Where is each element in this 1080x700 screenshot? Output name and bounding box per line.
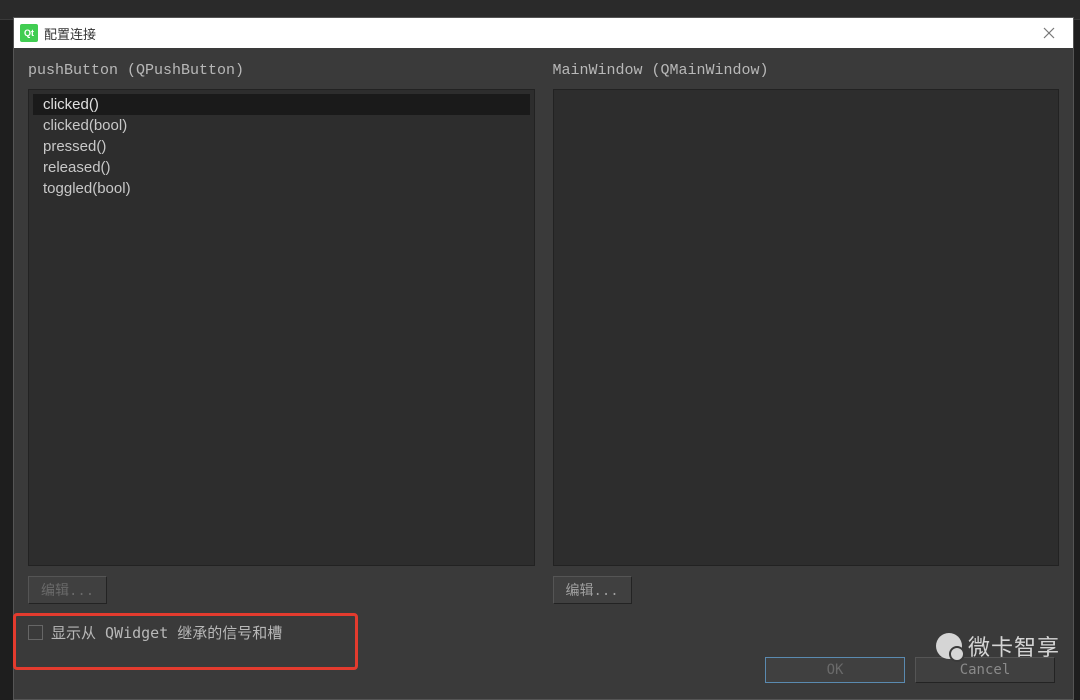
edit-signals-button[interactable]: 编辑... — [28, 576, 107, 604]
slots-panel: MainWindow (QMainWindow) 编辑... — [553, 62, 1060, 604]
show-inherited-row[interactable]: 显示从 QWidget 继承的信号和槽 — [28, 622, 1059, 643]
signal-item[interactable]: toggled(bool) — [33, 178, 530, 199]
signal-item[interactable]: released() — [33, 157, 530, 178]
qt-icon: Qt — [20, 24, 38, 42]
signal-item[interactable]: clicked() — [33, 94, 530, 115]
signals-listbox[interactable]: clicked()clicked(bool)pressed()released(… — [28, 89, 535, 566]
signal-item[interactable]: clicked(bool) — [33, 115, 530, 136]
dialog-button-row: OK Cancel — [28, 657, 1059, 689]
dialog-title: 配置连接 — [44, 24, 1031, 43]
signal-item[interactable]: pressed() — [33, 136, 530, 157]
configure-connection-dialog: Qt 配置连接 pushButton (QPushButton) clicked… — [13, 17, 1074, 700]
dialog-content: pushButton (QPushButton) clicked()clicke… — [14, 48, 1073, 699]
show-inherited-label: 显示从 QWidget 继承的信号和槽 — [51, 622, 282, 643]
slots-listbox[interactable] — [553, 89, 1060, 566]
close-icon — [1043, 27, 1055, 39]
show-inherited-checkbox[interactable] — [28, 625, 43, 640]
close-button[interactable] — [1031, 18, 1067, 48]
cancel-button[interactable]: Cancel — [915, 657, 1055, 683]
slots-panel-header: MainWindow (QMainWindow) — [553, 62, 1060, 79]
signals-panel: pushButton (QPushButton) clicked()clicke… — [28, 62, 535, 604]
edit-slots-button[interactable]: 编辑... — [553, 576, 632, 604]
ok-button[interactable]: OK — [765, 657, 905, 683]
signals-panel-header: pushButton (QPushButton) — [28, 62, 535, 79]
titlebar: Qt 配置连接 — [14, 18, 1073, 48]
panels-row: pushButton (QPushButton) clicked()clicke… — [28, 62, 1059, 604]
